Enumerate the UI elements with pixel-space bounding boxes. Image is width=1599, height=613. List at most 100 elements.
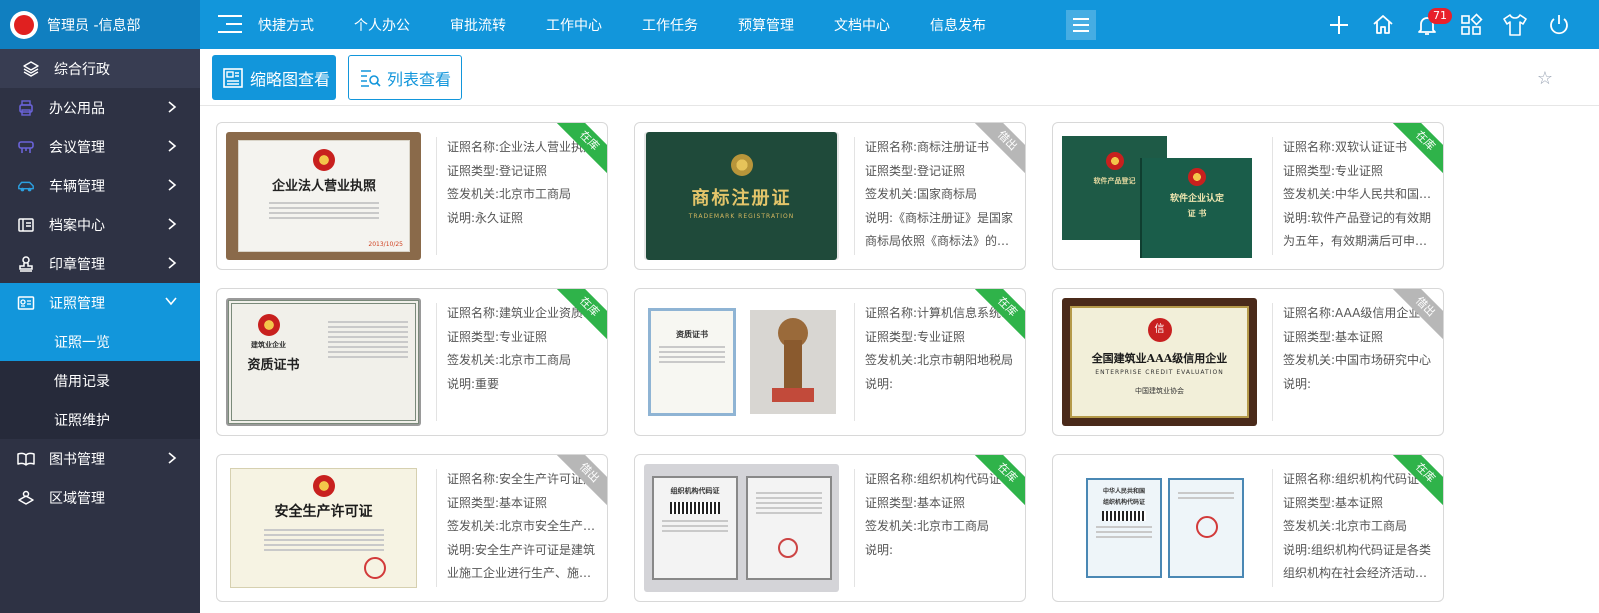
license-type: 证照类型:基本证照: [1283, 329, 1384, 344]
license-description: 说明:: [865, 376, 894, 391]
certificate-word: 证 书: [1187, 208, 1207, 218]
license-description: 说明:永久证照: [447, 210, 524, 225]
brand-title: 管理员 -信息部: [47, 17, 141, 34]
nav-more-icon[interactable]: [1066, 10, 1096, 40]
layers-icon: [23, 60, 39, 77]
license-type: 证照类型:登记证照: [865, 163, 966, 178]
nav-item-personal[interactable]: 个人办公: [354, 15, 410, 35]
license-description: 说明:: [1283, 376, 1312, 391]
license-thumbnail: 软件产品登记 软件企业认定 证 书: [1062, 132, 1257, 260]
thumbnail-view-button[interactable]: 缩略图查看: [212, 55, 336, 100]
license-issuer: 签发机关:北京市工商局: [447, 353, 572, 367]
archive-icon: [17, 216, 35, 234]
barcode: [1102, 511, 1146, 521]
license-card[interactable]: 建筑业企业 资质证书 证照名称:建筑业企业资质证书 证照类型:专业证照 签发机关…: [216, 288, 608, 436]
sidebar-subitem-license-list[interactable]: 证照一览: [0, 322, 200, 361]
license-info: 证照名称:计算机信息系统集成资质证书 证照类型:专业证照 签发机关:北京市朝阳地…: [865, 302, 1019, 420]
sidebar-item-books[interactable]: 图书管理: [0, 439, 200, 478]
license-issuer: 签发机关:北京市工商局: [1283, 519, 1408, 533]
top-icons: 71: [1324, 8, 1584, 40]
license-card[interactable]: 资质证书 证照名称:计算机信息系统集成资质证书 证照类型:专业证照 签发机关:北…: [634, 288, 1026, 436]
sidebar-item-office-supplies[interactable]: 办公用品: [0, 88, 200, 127]
license-card[interactable]: 组织机构代码证 证照名称:组织机构代码证书 证照类型:基本证照 签发机关:北京市…: [634, 454, 1026, 602]
nav-item-budget[interactable]: 预算管理: [738, 15, 794, 35]
license-type: 证照类型:基本证照: [865, 495, 966, 510]
barcode: [670, 502, 720, 514]
sidebar-item-label: 办公用品: [49, 100, 105, 117]
certificate-title: 资质证书: [247, 358, 300, 373]
list-view-button[interactable]: 列表查看: [348, 55, 462, 100]
bell-icon[interactable]: 71: [1412, 8, 1452, 40]
license-card[interactable]: 软件产品登记 软件企业认定 证 书 证照名称:双软认证证书 证照类型:专业证照 …: [1052, 122, 1444, 270]
sidebar-item-regions[interactable]: 区域管理: [0, 478, 200, 517]
sidebar-item-licenses[interactable]: 证照管理: [0, 283, 200, 322]
license-thumbnail: 安全生产许可证: [226, 464, 421, 592]
license-issuer: 签发机关:国家商标局: [865, 187, 978, 201]
nav-item-tasks[interactable]: 工作任务: [642, 15, 698, 35]
nav-item-publish[interactable]: 信息发布: [930, 15, 986, 35]
license-issuer: 签发机关:中国市场研究中心: [1283, 353, 1432, 367]
view-toolbar: 缩略图查看 列表查看 ☆: [200, 49, 1599, 106]
logo: [10, 10, 38, 39]
sidebar-item-vehicles[interactable]: 车辆管理: [0, 166, 200, 205]
sidebar-subitem-borrow-records[interactable]: 借用记录: [0, 361, 200, 400]
license-thumbnail: 组织机构代码证: [644, 464, 839, 592]
license-thumbnail: 企业法人营业执照 2013/10/25: [226, 132, 421, 260]
license-thumbnail: 中华人民共和国 组织机构代码证: [1062, 464, 1257, 592]
certificate-subtitle: 中华人民共和国: [1102, 488, 1145, 495]
nav-item-documents[interactable]: 文档中心: [834, 15, 890, 35]
brand: 管理员 -信息部: [0, 0, 200, 49]
license-description: 说明:安全生产许可证是建筑业施工企业进行生产、施工的必备证件: [447, 542, 596, 581]
sidebar-item-seals[interactable]: 印章管理: [0, 244, 200, 283]
seal-icon: [17, 255, 35, 273]
license-issuer: 签发机关:中华人民共和国工业和信息化部: [1283, 187, 1437, 201]
certificate-title: 组织机构代码证: [670, 486, 720, 495]
license-type: 证照类型:基本证照: [1283, 495, 1384, 510]
chevron-down-icon: [165, 297, 177, 306]
license-type: 证照类型:专业证照: [1283, 163, 1384, 178]
chevron-right-icon: [168, 179, 177, 191]
sidebar-item-label: 印章管理: [49, 256, 105, 273]
certificate-subtitle: ENTERPRISE CREDIT EVALUATION: [1095, 369, 1224, 376]
region-icon: [17, 489, 35, 507]
credit-logo: 信: [1147, 318, 1172, 342]
license-card[interactable]: 企业法人营业执照 2013/10/25 证照名称:企业法人营业执照 证照类型:登…: [216, 122, 608, 270]
certificate-title: 资质证书: [676, 329, 708, 339]
certificate-date: 2013/10/25: [368, 241, 403, 248]
top-bar: 管理员 -信息部 快捷方式 个人办公 审批流转 工作中心 工作任务 预算管理 文…: [0, 0, 1599, 49]
favorite-star-icon[interactable]: ☆: [1537, 68, 1553, 89]
top-nav: 快捷方式 个人办公 审批流转 工作中心 工作任务 预算管理 文档中心 信息发布: [258, 0, 986, 49]
home-icon[interactable]: [1368, 10, 1398, 40]
sidebar: 综合行政 办公用品 会议管理 车辆管理 档案中心 印章管理 证照管理 证照一览 …: [0, 49, 200, 613]
sidebar-item-meetings[interactable]: 会议管理: [0, 127, 200, 166]
plus-icon[interactable]: [1324, 10, 1354, 40]
license-type: 证照类型:专业证照: [447, 329, 548, 344]
shirt-icon[interactable]: [1500, 10, 1530, 40]
sidebar-item-label: 图书管理: [49, 451, 105, 468]
sidebar-item-label: 区域管理: [49, 490, 105, 507]
apps-icon[interactable]: [1456, 10, 1486, 40]
notification-badge: 71: [1428, 8, 1452, 24]
nav-item-work-center[interactable]: 工作中心: [546, 15, 602, 35]
sidebar-item-label: 证照管理: [49, 295, 105, 312]
certificate-subtitle: 建筑业企业: [251, 340, 286, 349]
thumbnail-view-label: 缩略图查看: [250, 69, 331, 89]
sidebar-subitem-license-maintenance[interactable]: 证照维护: [0, 400, 200, 439]
nav-item-approval[interactable]: 审批流转: [450, 15, 506, 35]
certificate-title: 商标注册证: [691, 188, 792, 209]
license-card[interactable]: 中华人民共和国 组织机构代码证 证照名称:组织机构代码证书 证照类型:基本证照 …: [1052, 454, 1444, 602]
license-description: 说明:组织机构代码证是各类组织机构在社会经济活动中的通行证: [1283, 542, 1432, 581]
license-card[interactable]: 安全生产许可证 证照名称:安全生产许可证照 证照类型:基本证照 签发机关:北京市…: [216, 454, 608, 602]
license-card[interactable]: 信 全国建筑业AAA级信用企业 ENTERPRISE CREDIT EVALUA…: [1052, 288, 1444, 436]
license-description: 说明:: [865, 542, 894, 557]
certificate-title-right: 软件企业认定: [1169, 194, 1224, 204]
sidebar-item-archives[interactable]: 档案中心: [0, 205, 200, 244]
power-icon[interactable]: [1544, 10, 1574, 40]
car-icon: [17, 177, 35, 195]
license-card[interactable]: 商标注册证 TRADEMARK REGISTRATION 证照名称:商标注册证书…: [634, 122, 1026, 270]
menu-toggle-icon[interactable]: [218, 13, 242, 35]
chevron-right-icon: [168, 218, 177, 230]
sidebar-header[interactable]: 综合行政: [0, 49, 200, 88]
license-issuer: 签发机关:北京市工商局: [447, 187, 572, 201]
nav-item-shortcuts[interactable]: 快捷方式: [258, 15, 314, 35]
